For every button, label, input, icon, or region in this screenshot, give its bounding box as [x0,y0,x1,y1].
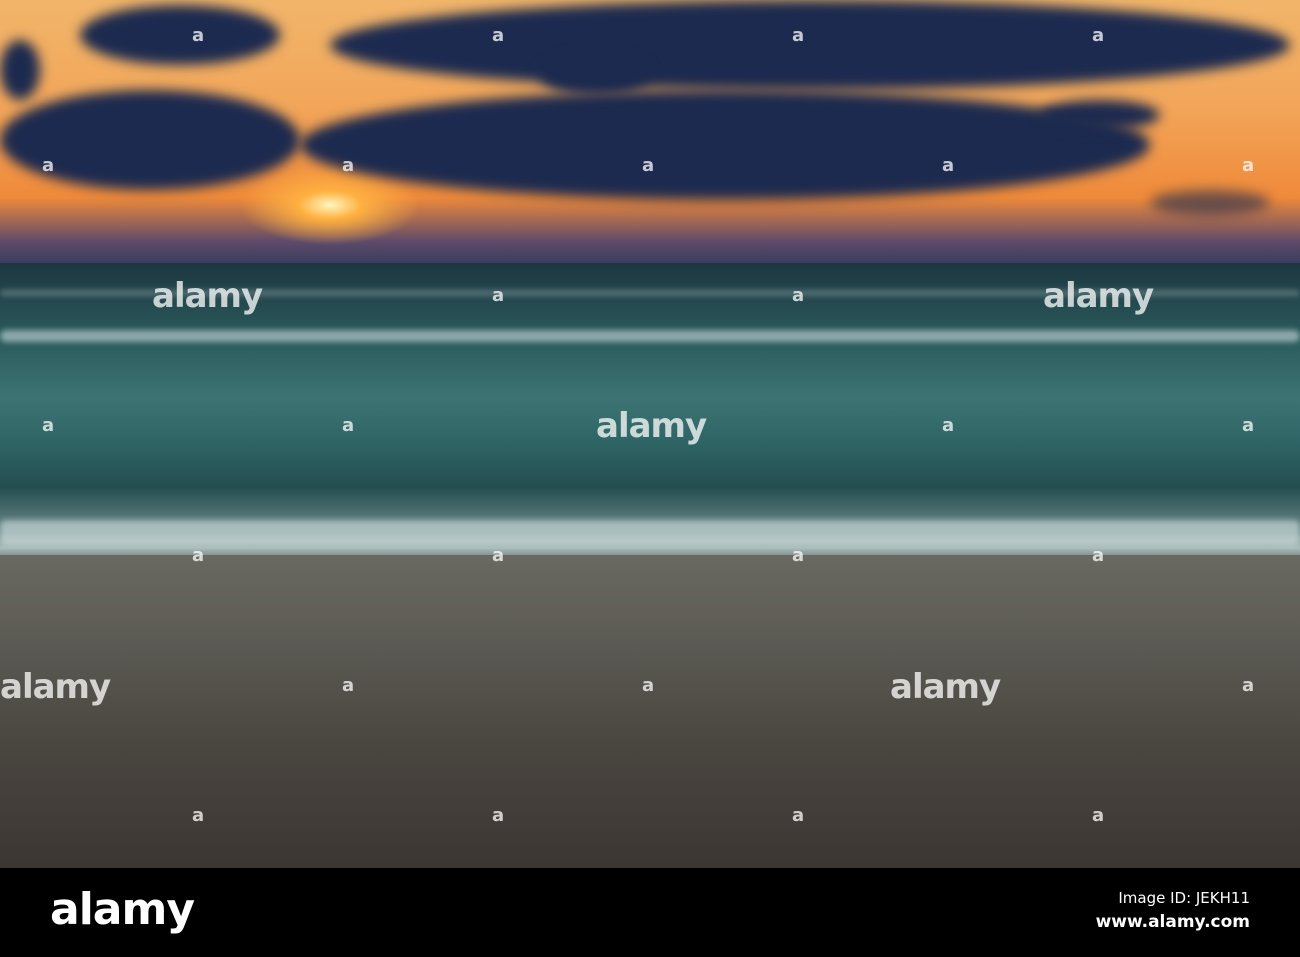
cloud [540,55,650,95]
watermark-mark: a [792,285,805,306]
image-id: Image ID: JEKH11 [1118,889,1250,907]
watermark-mark: a [792,25,805,46]
watermark-mark: a [192,805,205,826]
watermark-mark: a [1242,155,1255,176]
watermark-mark: a [1092,545,1105,566]
cloud [1040,100,1160,130]
cloud [80,5,280,65]
wave-foam [0,330,1300,342]
watermark-mark: a [642,675,655,696]
watermark-mark: a [792,545,805,566]
watermark-mark: a [42,155,55,176]
site-url: www.alamy.com [1095,912,1250,932]
watermark-mark: a [492,805,505,826]
cloud [1150,190,1270,215]
alamy-logo: alamy [50,884,195,935]
watermark-mark: a [342,675,355,696]
watermark: alamy [0,667,111,707]
cloud [330,0,1290,90]
watermark-mark: a [492,545,505,566]
watermark-mark: a [1242,675,1255,696]
cloud [0,40,40,100]
watermark-mark: a [342,155,355,176]
wave-foam [0,520,1300,545]
watermark-mark: a [642,155,655,176]
watermark-mark: a [42,415,55,436]
footer-bar: alamy Image ID: JEKH11 www.alamy.com [0,868,1300,957]
watermark-mark: a [942,415,955,436]
watermark: alamy [152,276,263,316]
cloud [300,90,1150,200]
sunset-beach-photo: alamy alamy alamy alamy alamy a a a a a … [0,0,1300,868]
watermark: alamy [890,667,1001,707]
watermark-mark: a [192,25,205,46]
watermark-mark: a [492,285,505,306]
watermark-mark: a [1242,415,1255,436]
watermark-mark: a [492,25,505,46]
watermark-mark: a [942,155,955,176]
watermark: alamy [596,406,707,446]
watermark-mark: a [1092,25,1105,46]
watermark-mark: a [1092,805,1105,826]
watermark-mark: a [192,545,205,566]
watermark-mark: a [342,415,355,436]
watermark: alamy [1043,276,1154,316]
watermark-mark: a [792,805,805,826]
